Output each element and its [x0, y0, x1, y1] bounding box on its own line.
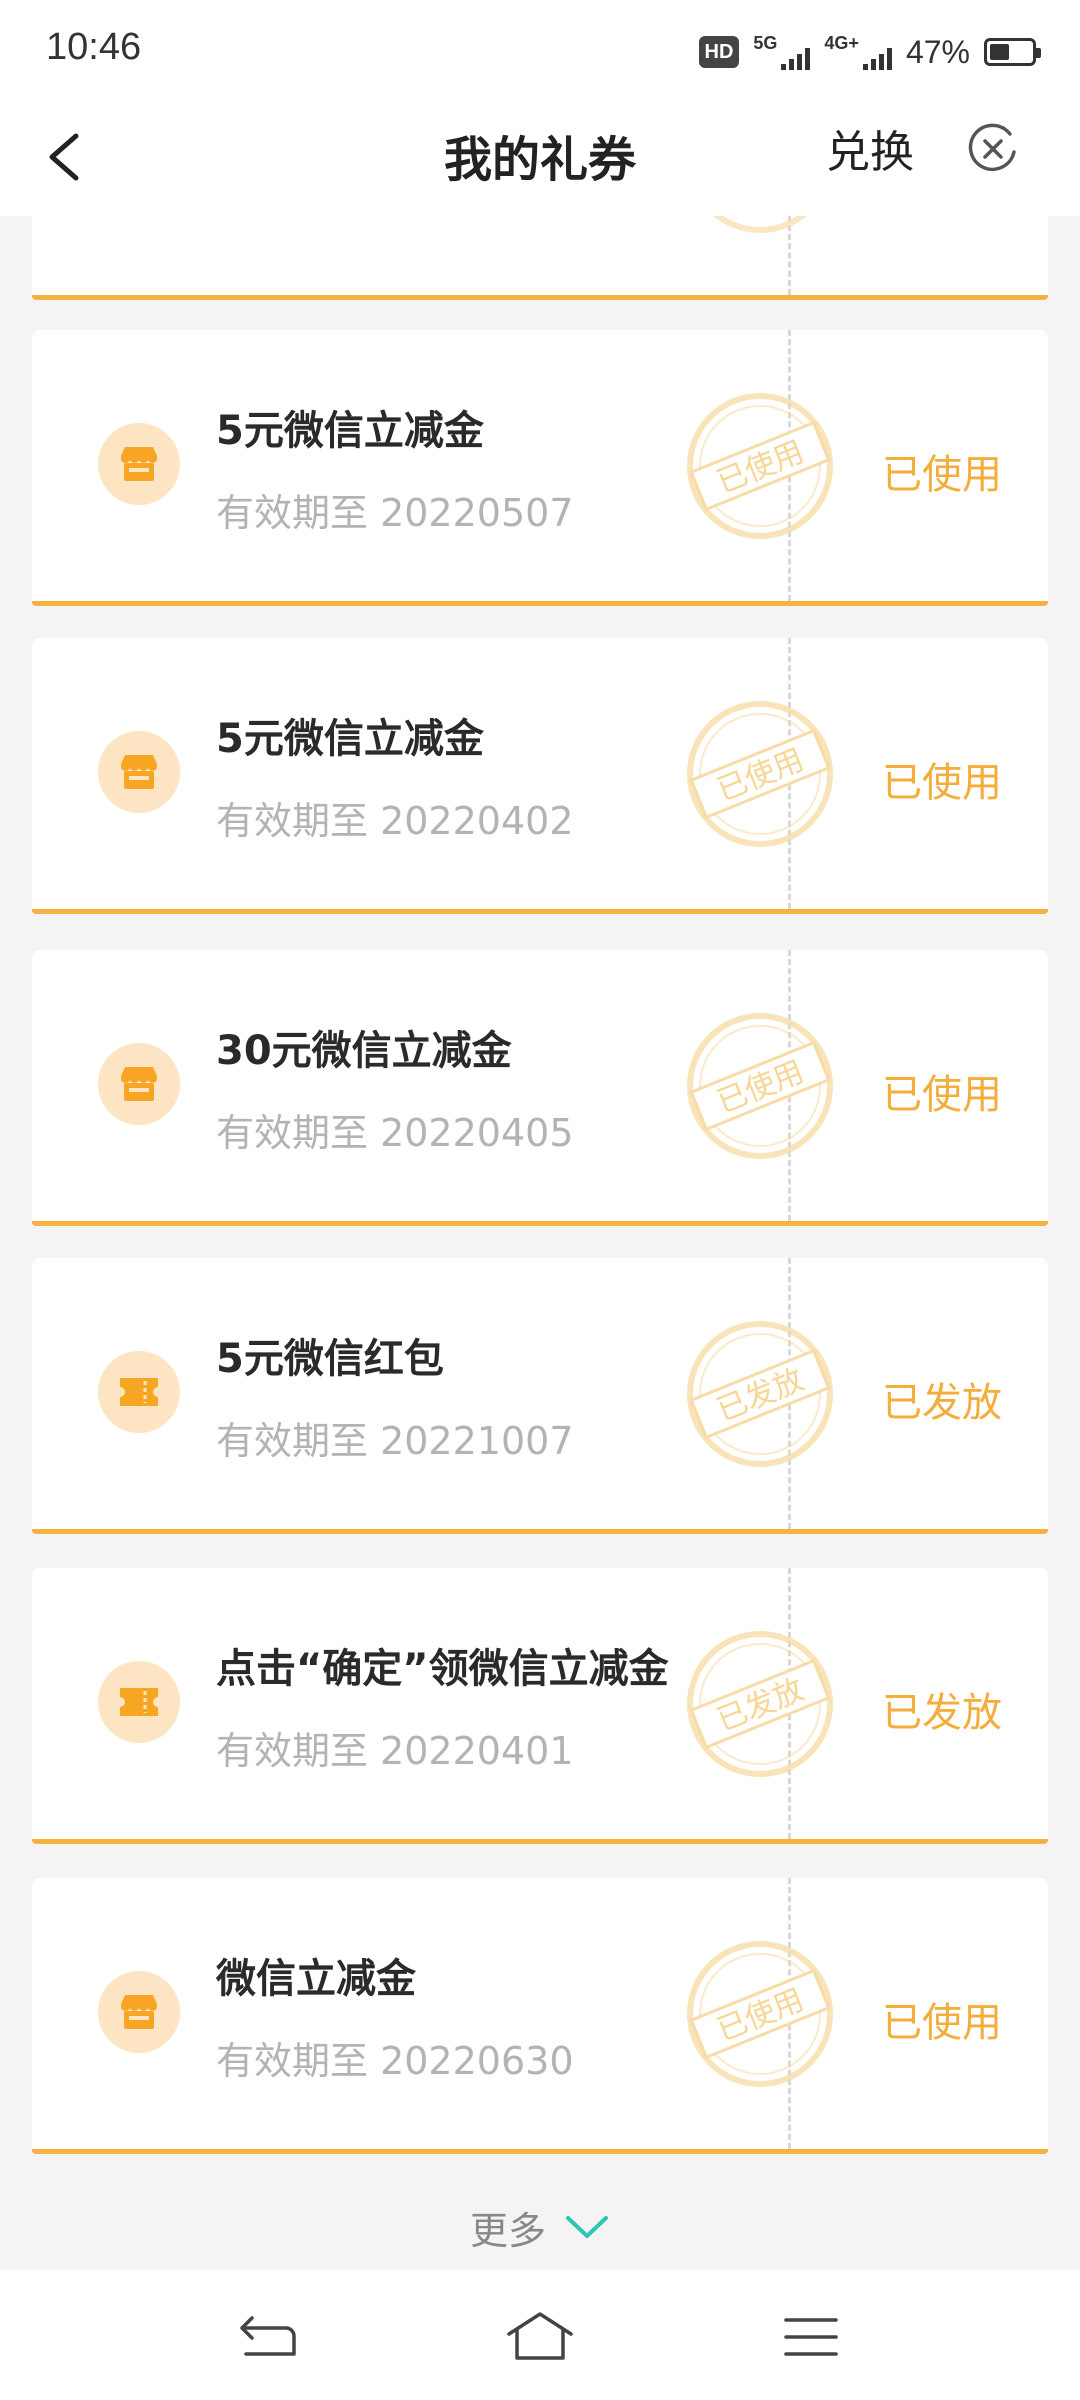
status-bar: 10:46 HD 5G 4G+ 47%: [0, 0, 1080, 100]
ticket-icon: [98, 1661, 180, 1743]
voucher-status: 已使用: [882, 2000, 1002, 2046]
system-home-button[interactable]: [505, 2310, 575, 2364]
voucher-expiry: 有效期至 20220405: [216, 1111, 574, 1155]
voucher-title: 5元微信红包: [216, 1336, 444, 1382]
signal-4g: 4G+: [824, 34, 892, 70]
voucher-expiry: 有效期至 20220507: [216, 491, 574, 535]
voucher-list[interactable]: 5元微信立减金 有效期至 20220507 已使用 已使用 5元微信立减金 有效…: [0, 216, 1080, 2270]
voucher-title: 30元微信立减金: [216, 1028, 512, 1074]
signal-5g: 5G: [753, 33, 811, 70]
voucher-expiry: 有效期至 20220630: [216, 2039, 574, 2083]
more-button[interactable]: 更多: [0, 2192, 1080, 2262]
voucher-expiry: 有效期至 20220402: [216, 799, 574, 843]
battery-percent: 47%: [905, 33, 970, 70]
voucher-card[interactable]: 5元微信立减金 有效期至 20220507 已使用 已使用: [32, 330, 1048, 606]
card-divider: [788, 950, 791, 1221]
used-stamp-icon: 已使用: [687, 1013, 833, 1159]
chevron-down-icon: [566, 2216, 608, 2238]
stamp-text: 已使用: [712, 434, 809, 500]
battery-icon: [984, 38, 1041, 66]
menu-icon: [784, 2318, 838, 2356]
back-arrow-icon: [240, 2316, 296, 2356]
stamp-circle-icon: [713, 216, 807, 233]
ticket-icon: [98, 1351, 180, 1433]
voucher-card[interactable]: 5元微信红包 有效期至 20221007 已发放 已发放: [32, 1258, 1048, 1534]
shop-icon: [98, 731, 180, 813]
voucher-status: 已使用: [882, 760, 1002, 806]
shop-icon: [98, 1043, 180, 1125]
voucher-expiry: 有效期至 20220401: [216, 1729, 574, 1773]
voucher-status: 已发放: [882, 1380, 1002, 1426]
voucher-expiry: 有效期至 20221007: [216, 1419, 574, 1463]
status-indicators: HD 5G 4G+ 47%: [698, 30, 1041, 74]
network-label-5g: 5G: [753, 33, 778, 53]
voucher-title: 点击“确定”领微信立减金: [216, 1646, 669, 1692]
system-back-button[interactable]: [234, 2310, 304, 2364]
more-label: 更多: [469, 2208, 546, 2253]
voucher-card[interactable]: 微信立减金 有效期至 20220630 已使用 已使用: [32, 1878, 1048, 2154]
card-divider: [788, 216, 791, 295]
network-label-4g: 4G+: [824, 33, 859, 53]
redeem-button[interactable]: 兑换: [826, 116, 914, 180]
voucher-title: 5元微信立减金: [216, 408, 484, 454]
card-divider: [788, 638, 791, 909]
used-stamp-icon: 已使用: [687, 701, 833, 847]
stamp-text: 已使用: [712, 742, 809, 808]
close-circle-icon: [968, 123, 1016, 172]
voucher-status: 已使用: [882, 1072, 1002, 1118]
shop-icon: [98, 1971, 180, 2053]
signal-bars-icon: [781, 48, 811, 70]
nav-bar: 我的礼券 兑换: [0, 100, 1080, 216]
voucher-title: 5元微信立减金: [216, 716, 484, 762]
system-menu-button[interactable]: [776, 2310, 846, 2364]
system-nav-bar: [0, 2270, 1080, 2400]
used-stamp-icon: 已使用: [687, 1941, 833, 2087]
stamp-text: 已使用: [712, 1982, 809, 2048]
card-divider: [788, 1258, 791, 1529]
page-title: 我的礼券: [443, 132, 636, 188]
stamp-text: 已使用: [712, 1054, 809, 1120]
issued-stamp-icon: 已发放: [687, 1631, 833, 1777]
card-divider: [788, 1568, 791, 1839]
stamp-text: 已发放: [712, 1672, 809, 1738]
voucher-card[interactable]: 5元微信立减金 有效期至 20220402 已使用 已使用: [32, 638, 1048, 914]
issued-stamp-icon: 已发放: [687, 1321, 833, 1467]
signal-bars-icon: [862, 48, 892, 70]
chevron-left-icon: [49, 133, 79, 181]
voucher-title: 微信立减金: [216, 1956, 416, 2002]
voucher-card[interactable]: 30元微信立减金 有效期至 20220405 已使用 已使用: [32, 950, 1048, 1226]
status-time: 10:46: [46, 26, 142, 68]
home-icon: [507, 2312, 573, 2360]
close-button[interactable]: [966, 122, 1020, 176]
back-button[interactable]: [38, 122, 98, 192]
stamp-text: 已发放: [712, 1362, 809, 1428]
voucher-card[interactable]: 点击“确定”领微信立减金 有效期至 20220401 已发放 已发放: [32, 1568, 1048, 1844]
hd-badge: HD: [698, 36, 740, 68]
card-divider: [788, 1878, 791, 2149]
card-divider: [788, 330, 791, 601]
voucher-card-partial[interactable]: [32, 216, 1048, 300]
shop-icon: [98, 423, 180, 505]
used-stamp-icon: 已使用: [687, 393, 833, 539]
battery-fill: [990, 44, 1009, 60]
voucher-status: 已使用: [882, 452, 1002, 498]
voucher-status: 已发放: [882, 1690, 1002, 1736]
